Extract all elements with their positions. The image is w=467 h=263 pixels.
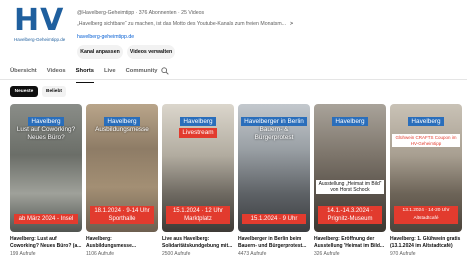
caption-text: Lust auf Coworking? Neues Büro? — [16, 126, 76, 141]
manage-videos-button[interactable]: Videos verwalten — [127, 45, 175, 59]
logo-subtitle: Havelberg-Geheimtipp.de — [14, 37, 66, 42]
caption-highlight: Havelberg — [104, 117, 140, 126]
channel-description[interactable]: „Havelberg sichtbare“ zu machen, ist das… — [77, 21, 293, 27]
short-thumbnail[interactable]: Havelberg Ausstellung „Heimat im Bild“ v… — [314, 104, 386, 232]
short-card[interactable]: Havelberg Ausstellung „Heimat im Bild“ v… — [314, 104, 386, 257]
short-thumbnail[interactable]: Havelberg Lust auf Coworking? Neues Büro… — [10, 104, 82, 232]
caption-highlight: Havelberg — [180, 117, 216, 126]
caption-highlight: Havelberg — [28, 117, 64, 126]
short-views: 970 Aufrufe — [390, 251, 416, 257]
short-views: 2500 Aufrufe — [162, 251, 191, 257]
channel-logo: HV Havelberg-Geheimtipp.de — [14, 6, 66, 46]
caption-highlight: Havelberg — [332, 117, 368, 126]
short-card[interactable]: Havelberg Ausbildungsmesse 18.1.2024 · 9… — [86, 104, 158, 257]
caption-highlight: Havelberg — [408, 117, 444, 126]
caption-text: Ausstellung „Heimat im Bild“ von Horst S… — [316, 180, 384, 194]
chip-popular[interactable]: Beliebt — [42, 86, 66, 97]
thumbnail-caption-top: Havelberg — [314, 117, 386, 126]
thumbnail-caption-bottom: 18.1.2024 · 9-14 Uhr Sporthalle — [90, 206, 154, 224]
short-card[interactable]: Havelberg Livestream 15.1.2024 · 12 Uhr … — [162, 104, 234, 257]
short-thumbnail[interactable]: Havelberger in Berlin Bauern- & Bürgerpr… — [238, 104, 310, 232]
short-card[interactable]: Havelberg Glühwein CRAFTS Coupon im HV-G… — [390, 104, 462, 257]
thumbnail-caption-bottom: ab März 2024 - Insel — [14, 214, 78, 224]
channel-tabs: Übersicht Videos Shorts Live Community — [10, 68, 168, 83]
short-views: 199 Aufrufe — [10, 251, 36, 257]
tab-videos[interactable]: Videos — [47, 68, 66, 79]
tab-community[interactable]: Community — [126, 68, 158, 79]
short-card[interactable]: Havelberger in Berlin Bauern- & Bürgerpr… — [238, 104, 310, 257]
caption-text: Bauern- & Bürgerprotest — [254, 126, 294, 141]
short-views: 4473 Aufrufe — [238, 251, 267, 257]
logo-letters: HV — [14, 3, 65, 38]
tab-live[interactable]: Live — [104, 68, 116, 79]
short-title[interactable]: Havelberg: 1. Glühwein gratis (13.1.2024… — [390, 236, 462, 249]
thumbnail-caption-top: Havelberg Ausbildungsmesse — [86, 117, 158, 134]
channel-meta: @Havelberg-Geheimtipp · 376 Abonnenten ·… — [77, 10, 205, 16]
short-card[interactable]: Havelberg Lust auf Coworking? Neues Büro… — [10, 104, 82, 257]
thumbnail-caption-top: Havelberg — [390, 117, 462, 126]
short-thumbnail[interactable]: Havelberg Ausbildungsmesse 18.1.2024 · 9… — [86, 104, 158, 232]
caption-text: Livestream — [179, 128, 217, 138]
thumbnail-caption-bottom: 13.1.2024 · 14-20 Uhr Altstadtcafé — [394, 206, 458, 224]
short-title[interactable]: Live aus Havelberg: Solidaritätskundgebu… — [162, 236, 234, 249]
caption-text: Ausbildungsmesse — [95, 126, 149, 133]
thumbnail-caption-top: Havelberger in Berlin Bauern- & Bürgerpr… — [238, 117, 310, 142]
thumbnail-caption-top: Havelberg Livestream — [162, 117, 234, 138]
tab-shorts[interactable]: Shorts — [75, 68, 95, 83]
short-thumbnail[interactable]: Havelberg Glühwein CRAFTS Coupon im HV-G… — [390, 104, 462, 232]
short-thumbnail[interactable]: Havelberg Livestream 15.1.2024 · 12 Uhr … — [162, 104, 234, 232]
thumbnail-caption-bottom: 15.1.2024 · 12 Uhr Marktplatz — [166, 206, 230, 224]
search-icon[interactable] — [161, 67, 169, 75]
customize-channel-button[interactable]: Kanal anpassen — [77, 45, 123, 59]
channel-link[interactable]: havelberg-geheimtipp.de — [77, 34, 134, 40]
chip-newest[interactable]: Neueste — [10, 86, 38, 97]
thumbnail-caption-bottom: 15.1.2024 · 9 Uhr — [242, 214, 306, 224]
thumbnail-caption-mid: Ausstellung „Heimat im Bild“ von Horst S… — [314, 180, 386, 194]
thumbnail-caption-top: Havelberg Lust auf Coworking? Neues Büro… — [10, 117, 82, 142]
short-title[interactable]: Havelberg: Eröffnung der Ausstellung 'He… — [314, 236, 386, 249]
short-title[interactable]: Havelberg: Lust auf Coworking? Neues Bür… — [10, 236, 82, 249]
tab-overview[interactable]: Übersicht — [10, 68, 37, 79]
short-title[interactable]: Havelberger in Berlin beim Bauern- und B… — [238, 236, 310, 249]
chevron-right-icon[interactable]: > — [290, 21, 293, 27]
tabs-divider — [0, 79, 467, 80]
caption-highlight: Havelberger in Berlin — [241, 117, 307, 126]
channel-description-text: „Havelberg sichtbare“ zu machen, ist das… — [77, 21, 287, 27]
thumbnail-caption-mid: Glühwein CRAFTS Coupon im HV-Geheimtipp — [390, 134, 462, 147]
short-views: 326 Aufrufe — [314, 251, 340, 257]
thumbnail-caption-bottom: 14.1.-14.3.2024 · Prignitz-Museum — [318, 206, 382, 224]
caption-text: Glühwein CRAFTS Coupon im HV-Geheimtipp — [392, 134, 460, 147]
short-title[interactable]: Havelberg: Ausbildungsmesse... — [86, 236, 158, 249]
short-views: 1106 Aufrufe — [86, 251, 114, 257]
